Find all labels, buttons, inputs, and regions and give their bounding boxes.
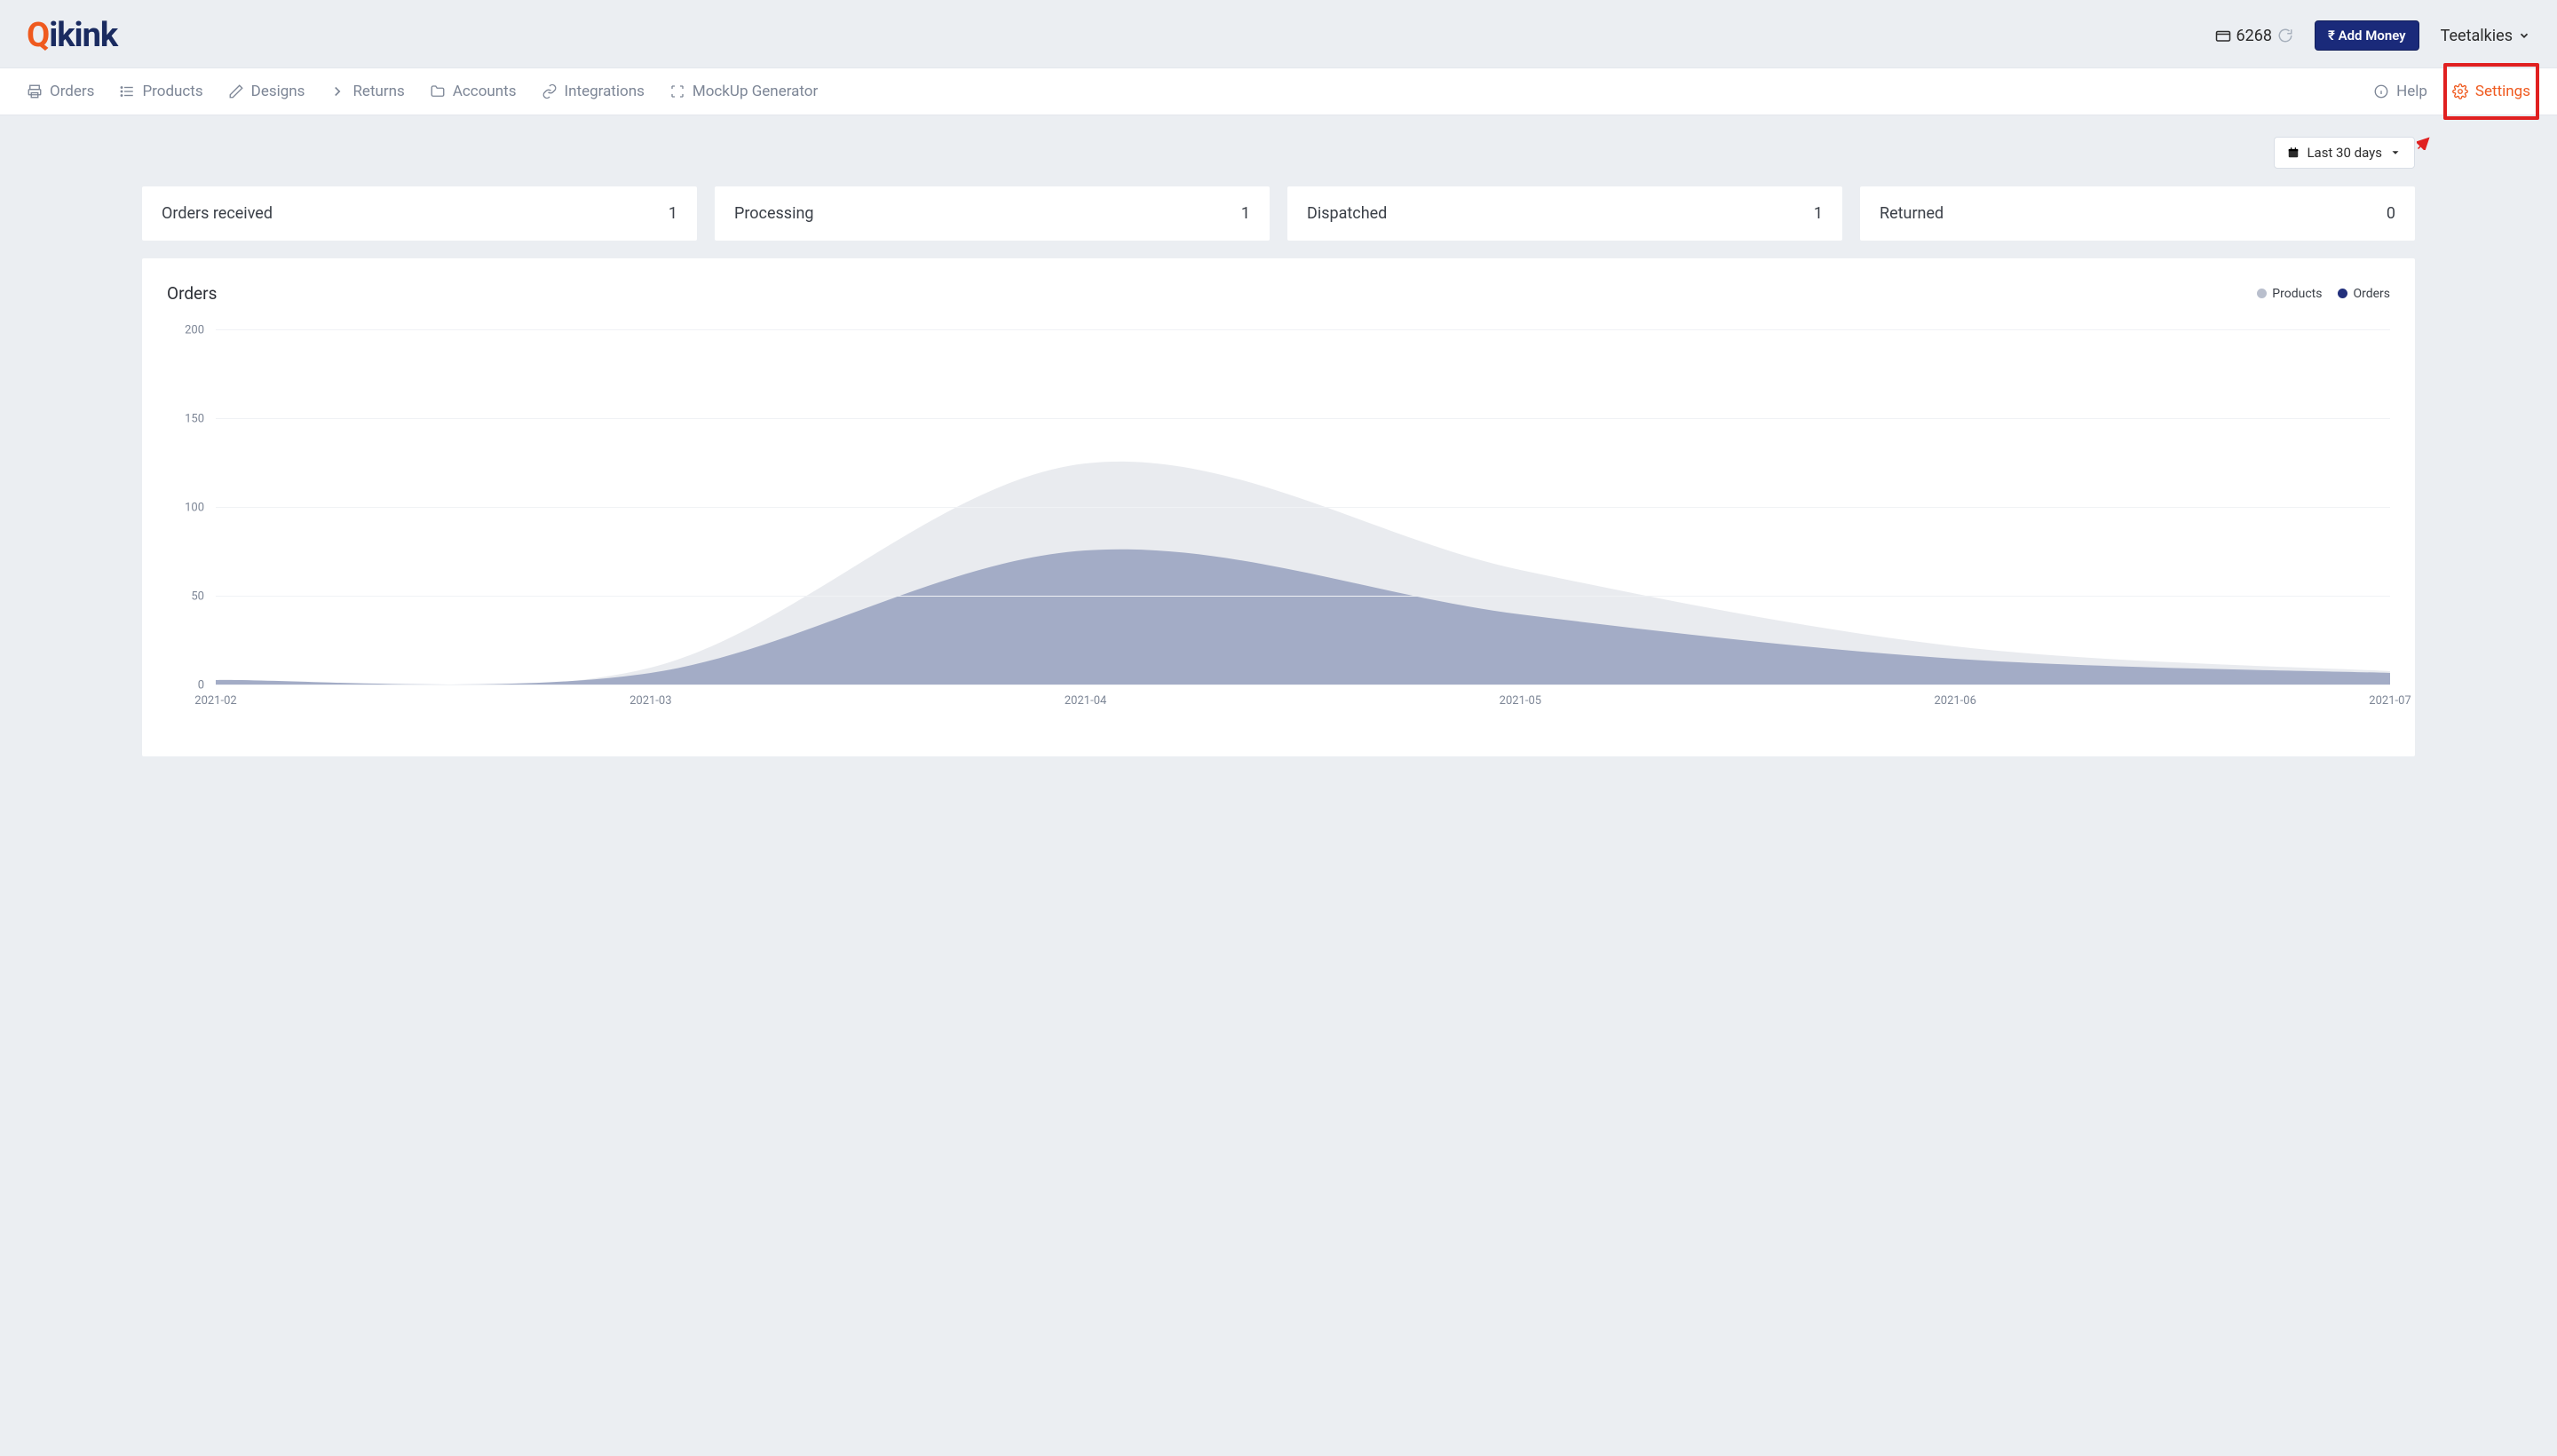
y-tick: 100 [185,502,204,515]
x-tick: 2021-04 [1065,694,1106,708]
nav-designs[interactable]: Designs [228,68,305,115]
orders-chart-panel: Orders Products Orders 0 50 100 150 200 2021-… [142,258,2415,756]
legend-item: Products [2257,287,2322,301]
legend-swatch [2257,289,2267,298]
nav-help[interactable]: Help [2373,68,2427,115]
nav-label: Returns [352,83,404,100]
legend-label: Products [2272,287,2322,301]
gear-icon [2452,83,2468,99]
x-tick: 2021-06 [1934,694,1975,708]
nav-integrations[interactable]: Integrations [542,68,645,115]
rupee-icon: ₹ [2328,28,2335,44]
x-tick: 2021-03 [629,694,671,708]
stat-label: Dispatched [1307,204,1387,223]
date-range-filter[interactable]: Last 30 days [2274,137,2415,169]
pencil-icon [228,83,244,99]
folder-icon [430,83,446,99]
nav-label: Designs [251,83,305,100]
date-range-label: Last 30 days [2307,145,2382,161]
stat-label: Processing [734,204,814,223]
printer-icon [27,83,43,99]
x-tick: 2021-02 [194,694,236,708]
chart-title: Orders [167,283,217,304]
stat-value: 0 [2387,204,2395,223]
stat-value: 1 [669,204,677,223]
legend-swatch [2338,289,2347,298]
stat-card: Orders received 1 [142,186,697,241]
info-icon [2373,83,2389,99]
nav-label: Help [2396,83,2427,100]
stat-label: Orders received [162,204,273,223]
stat-card: Returned 0 [1860,186,2415,241]
brand-logo[interactable]: Qikink [27,16,117,55]
list-icon [119,83,135,99]
nav-mockup-generator[interactable]: MockUp Generator [669,68,818,115]
user-menu[interactable]: Teetalkies [2441,27,2530,45]
legend-item: Orders [2338,287,2390,301]
stat-value: 1 [1241,204,1250,223]
y-tick: 150 [185,413,204,426]
add-money-button[interactable]: ₹ Add Money [2315,20,2419,51]
nav-label: MockUp Generator [693,83,818,100]
nav-label: Integrations [565,83,645,100]
y-tick: 200 [185,324,204,337]
stat-card: Processing 1 [715,186,1270,241]
legend-label: Orders [2353,287,2390,301]
y-tick: 0 [198,679,204,692]
x-tick: 2021-07 [2369,694,2411,708]
gridline [216,329,2390,330]
logo-accent: Q [27,16,49,55]
stat-value: 1 [1814,204,1823,223]
frame-icon [669,83,685,99]
logo-rest: ikink [49,16,117,55]
nav-label: Products [142,83,202,100]
chevron-right-icon [329,83,345,99]
nav-orders[interactable]: Orders [27,68,94,115]
nav-label: Accounts [453,83,517,100]
nav-label: Settings [2475,83,2530,100]
y-tick: 50 [191,590,204,604]
x-tick: 2021-05 [1500,694,1541,708]
chevron-down-icon [2518,29,2530,42]
wallet-icon [2215,28,2231,44]
nav-returns[interactable]: Returns [329,68,404,115]
stat-label: Returned [1880,204,1943,223]
user-name: Teetalkies [2441,27,2513,45]
refresh-icon[interactable] [2277,28,2293,44]
chart-body: 050100150200 2021-022021-032021-042021-0… [167,330,2390,721]
gridline [216,418,2390,419]
caret-down-icon [2389,146,2402,159]
nav-settings[interactable]: Settings [2452,68,2530,115]
nav-products[interactable]: Products [119,68,202,115]
wallet-balance: 6268 [2215,27,2293,45]
add-money-label: Add Money [2339,28,2406,44]
calendar-icon [2287,146,2300,159]
nav-accounts[interactable]: Accounts [430,68,517,115]
gridline [216,507,2390,508]
stat-card: Dispatched 1 [1287,186,1842,241]
nav-label: Orders [50,83,94,100]
gridline [216,596,2390,597]
wallet-amount: 6268 [2236,27,2272,45]
link-icon [542,83,558,99]
